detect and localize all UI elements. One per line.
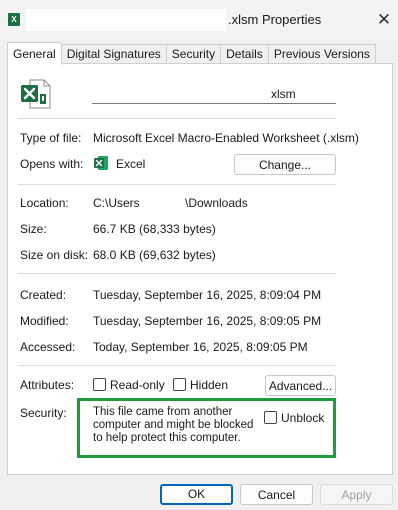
redacted-filename	[26, 9, 226, 31]
change-button[interactable]: Change...	[234, 154, 336, 175]
type-of-file-value: Microsoft Excel Macro-Enabled Worksheet …	[93, 131, 359, 145]
tab-bar: General Digital Signatures Security Deta…	[7, 42, 376, 65]
divider	[18, 118, 336, 119]
accessed-label: Accessed:	[20, 340, 76, 354]
opens-with-label: Opens with:	[20, 157, 84, 171]
filename-input[interactable]	[92, 83, 336, 104]
attributes-label: Attributes:	[20, 378, 75, 392]
excel-small-icon	[94, 156, 108, 170]
excel-app-icon: X	[8, 13, 20, 26]
modified-value: Tuesday, September 16, 2025, 8:09:05 PM	[93, 314, 322, 328]
filename-value[interactable]: xlsm	[271, 87, 296, 101]
size-on-disk-label: Size on disk:	[20, 248, 89, 262]
readonly-checkbox[interactable]	[93, 378, 106, 391]
tab-general[interactable]: General	[7, 42, 62, 65]
location-prefix: C:\Users\	[93, 196, 144, 210]
cancel-button[interactable]: Cancel	[240, 484, 313, 505]
modified-label: Modified:	[20, 314, 69, 328]
created-value: Tuesday, September 16, 2025, 8:09:04 PM	[93, 288, 322, 302]
size-value: 66.7 KB (68,333 bytes)	[93, 222, 216, 236]
location-suffix: \Downloads	[185, 196, 248, 210]
created-label: Created:	[20, 288, 67, 302]
accessed-value: Today, September 16, 2025, 8:09:05 PM	[93, 340, 308, 354]
tab-details[interactable]: Details	[220, 44, 269, 64]
divider	[18, 184, 336, 185]
divider	[18, 273, 336, 274]
redacted-username	[139, 193, 185, 209]
divider	[18, 365, 336, 366]
location-label: Location:	[20, 196, 69, 210]
security-label: Security:	[20, 406, 67, 420]
excel-file-icon	[21, 79, 51, 109]
type-of-file-label: Type of file:	[20, 131, 82, 145]
size-on-disk-value: 68.0 KB (69,632 bytes)	[93, 248, 216, 262]
size-label: Size:	[20, 222, 47, 236]
apply-button[interactable]: Apply	[320, 484, 393, 505]
hidden-label[interactable]: Hidden	[190, 378, 228, 392]
ok-button[interactable]: OK	[160, 484, 233, 505]
unblock-checkbox[interactable]	[264, 411, 277, 424]
tab-previous-versions[interactable]: Previous Versions	[267, 44, 376, 64]
window-title: .xlsm Properties	[228, 12, 322, 27]
unblock-label[interactable]: Unblock	[281, 411, 324, 425]
opens-with-value: Excel	[116, 157, 146, 171]
security-warning-text: This file came from another computer and…	[93, 406, 254, 444]
tab-security[interactable]: Security	[165, 44, 222, 64]
close-icon[interactable]: ✕	[372, 8, 396, 32]
readonly-label[interactable]: Read-only	[110, 378, 165, 392]
tab-digital-signatures[interactable]: Digital Signatures	[60, 44, 167, 64]
hidden-checkbox[interactable]	[173, 378, 186, 391]
advanced-button[interactable]: Advanced...	[265, 375, 336, 396]
